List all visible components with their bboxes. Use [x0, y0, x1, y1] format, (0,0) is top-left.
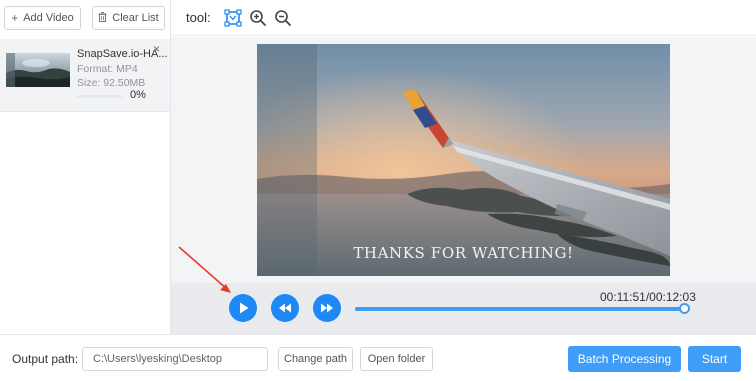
video-preview-area: THANKS FOR WATCHING! [171, 37, 756, 283]
file-format: Format: MP4 [77, 63, 138, 75]
plus-icon: + [11, 11, 19, 25]
timeline-fill [355, 307, 684, 311]
video-thumbnail [6, 53, 70, 87]
change-path-button[interactable]: Change path [278, 347, 353, 371]
time-display: 00:11:51/00:12:03 [600, 290, 696, 304]
bottom-bar: Output path: C:\Users\lyesking\Desktop C… [0, 334, 756, 381]
rewind-button[interactable] [271, 294, 299, 322]
start-button[interactable]: Start [688, 346, 741, 372]
add-video-label: Add Video [23, 12, 74, 24]
output-path-field[interactable]: C:\Users\lyesking\Desktop [82, 347, 268, 371]
zoom-in-icon[interactable] [249, 9, 267, 27]
fast-forward-icon [321, 303, 333, 313]
timeline-handle[interactable] [678, 303, 690, 314]
conversion-progress-text: 0% [130, 89, 146, 101]
crop-icon[interactable] [224, 9, 242, 27]
close-icon[interactable]: × [153, 42, 160, 56]
add-video-button[interactable]: + Add Video [4, 6, 81, 30]
open-folder-button[interactable]: Open folder [360, 347, 433, 371]
video-caption: THANKS FOR WATCHING! [353, 244, 574, 262]
play-icon [240, 302, 249, 314]
player-controls: 00:11:51/00:12:03 [171, 283, 756, 334]
file-list-item[interactable]: SnapSave.io-HA... × Format: MP4 Size: 92… [0, 39, 170, 112]
fast-forward-button[interactable] [313, 294, 341, 322]
clear-list-button[interactable]: Clear List [92, 6, 165, 30]
tool-label: tool: [186, 10, 211, 25]
conversion-progress-bar [77, 95, 122, 98]
file-list-panel: + Add Video Clear List SnapSave.io-HA...… [0, 0, 171, 334]
output-path-label: Output path: [12, 352, 79, 366]
video-frame[interactable]: THANKS FOR WATCHING! [257, 44, 670, 276]
file-size: Size: 92.50MB [77, 77, 146, 89]
rewind-icon [279, 303, 291, 313]
trash-icon [98, 12, 107, 24]
play-button[interactable] [229, 294, 257, 322]
batch-processing-button[interactable]: Batch Processing [568, 346, 681, 372]
zoom-out-icon[interactable] [274, 9, 292, 27]
clear-list-label: Clear List [112, 12, 159, 24]
editor-toolbar: tool: [171, 0, 756, 36]
timeline-slider[interactable] [355, 303, 690, 314]
